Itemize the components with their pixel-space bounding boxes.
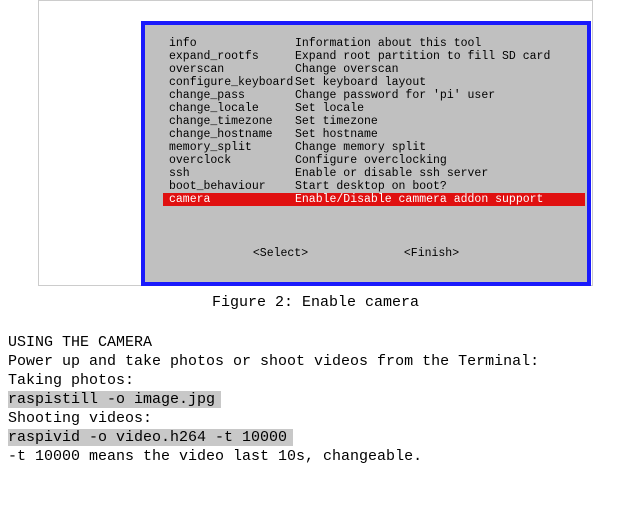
menu-item-desc: Change password for 'pi' user <box>295 89 495 102</box>
menu-item-key: memory_split <box>169 141 295 154</box>
menu-item-overscan[interactable]: overscanChange overscan <box>169 63 579 76</box>
note-line: -t 10000 means the video last 10s, chang… <box>8 447 631 466</box>
menu-item-key: camera <box>169 193 295 206</box>
figure-container: infoInformation about this toolexpand_ro… <box>38 0 593 286</box>
raspi-config-screenshot: infoInformation about this toolexpand_ro… <box>141 21 591 286</box>
menu-item-overclock[interactable]: overclockConfigure overclocking <box>169 154 579 167</box>
config-dialog: infoInformation about this toolexpand_ro… <box>145 25 587 282</box>
select-button[interactable]: <Select> <box>253 247 308 260</box>
menu-item-key: change_locale <box>169 102 295 115</box>
menu-item-desc: Information about this tool <box>295 37 481 50</box>
menu-item-key: info <box>169 37 295 50</box>
menu-item-key: change_pass <box>169 89 295 102</box>
document-text: USING THE CAMERA Power up and take photo… <box>0 333 631 466</box>
figure-caption: Figure 2: Enable camera <box>0 294 631 311</box>
menu-item-camera[interactable]: cameraEnable/Disable cammera addon suppo… <box>163 193 585 206</box>
menu-item-desc: Start desktop on boot? <box>295 180 447 193</box>
menu-item-desc: Enable or disable ssh server <box>295 167 488 180</box>
section-heading: USING THE CAMERA <box>8 333 631 352</box>
menu-item-desc: Change memory split <box>295 141 426 154</box>
photos-command: raspistill -o image.jpg <box>8 391 221 408</box>
menu-item-desc: Set timezone <box>295 115 378 128</box>
menu-item-change_timezone[interactable]: change_timezoneSet timezone <box>169 115 579 128</box>
menu-item-key: configure_keyboard <box>169 76 295 89</box>
photos-label: Taking photos: <box>8 371 631 390</box>
menu-item-key: expand_rootfs <box>169 50 295 63</box>
menu-item-desc: Set keyboard layout <box>295 76 426 89</box>
menu-item-info[interactable]: infoInformation about this tool <box>169 37 579 50</box>
menu-item-configure_keyboard[interactable]: configure_keyboardSet keyboard layout <box>169 76 579 89</box>
menu-item-change_pass[interactable]: change_passChange password for 'pi' user <box>169 89 579 102</box>
menu-item-expand_rootfs[interactable]: expand_rootfsExpand root partition to fi… <box>169 50 579 63</box>
menu-item-desc: Set locale <box>295 102 364 115</box>
config-menu: infoInformation about this toolexpand_ro… <box>149 31 583 206</box>
menu-item-change_locale[interactable]: change_localeSet locale <box>169 102 579 115</box>
menu-item-ssh[interactable]: sshEnable or disable ssh server <box>169 167 579 180</box>
menu-item-change_hostname[interactable]: change_hostnameSet hostname <box>169 128 579 141</box>
menu-item-desc: Expand root partition to fill SD card <box>295 50 550 63</box>
dialog-buttons: <Select> <Finish> <box>145 247 587 260</box>
menu-item-desc: Change overscan <box>295 63 399 76</box>
menu-item-key: ssh <box>169 167 295 180</box>
menu-item-boot_behaviour[interactable]: boot_behaviourStart desktop on boot? <box>169 180 579 193</box>
menu-item-key: change_timezone <box>169 115 295 128</box>
intro-line: Power up and take photos or shoot videos… <box>8 352 631 371</box>
videos-command: raspivid -o video.h264 -t 10000 <box>8 429 293 446</box>
videos-label: Shooting videos: <box>8 409 631 428</box>
menu-item-desc: Enable/Disable cammera addon support <box>295 193 543 206</box>
menu-item-desc: Set hostname <box>295 128 378 141</box>
menu-item-key: change_hostname <box>169 128 295 141</box>
menu-item-key: overscan <box>169 63 295 76</box>
finish-button[interactable]: <Finish> <box>404 247 459 260</box>
menu-item-key: boot_behaviour <box>169 180 295 193</box>
menu-item-key: overclock <box>169 154 295 167</box>
menu-item-desc: Configure overclocking <box>295 154 447 167</box>
menu-item-memory_split[interactable]: memory_splitChange memory split <box>169 141 579 154</box>
